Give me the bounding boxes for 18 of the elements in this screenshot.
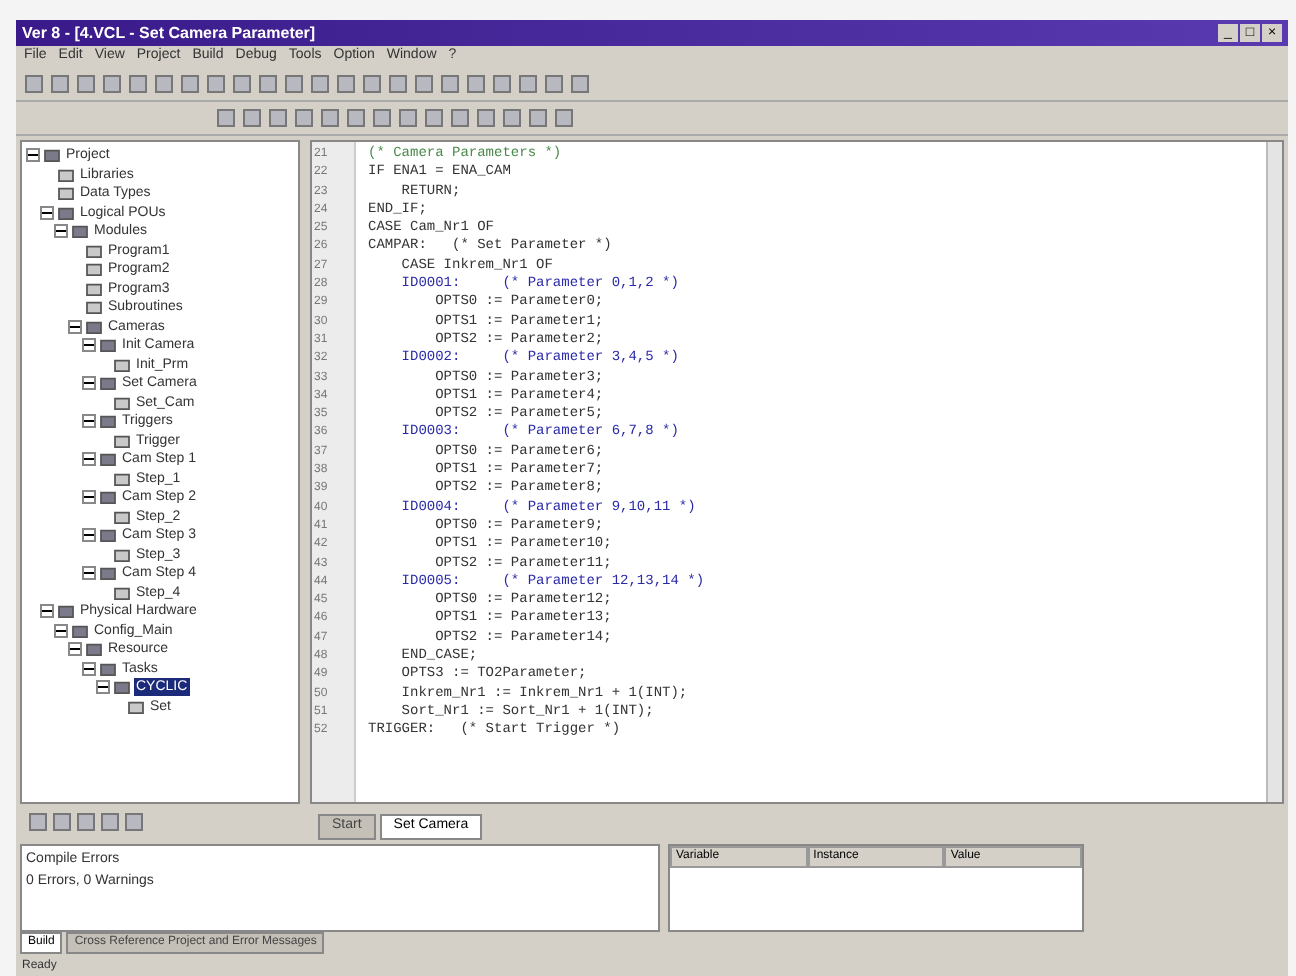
expand-toggle[interactable]: [82, 661, 96, 676]
expand-toggle[interactable]: [40, 205, 54, 220]
expand-toggle[interactable]: [54, 224, 68, 239]
expand-toggle[interactable]: [82, 338, 96, 353]
expand-toggle[interactable]: [68, 319, 82, 334]
expand-toggle[interactable]: [82, 490, 96, 505]
expand-toggle[interactable]: [82, 566, 96, 581]
expand-toggle[interactable]: [82, 414, 96, 429]
expand-toggle[interactable]: [68, 642, 82, 657]
expand-toggle[interactable]: [26, 148, 40, 163]
scrollbar[interactable]: [1266, 142, 1282, 802]
window-title: Ver 8 - [4.VCL - Set Camera Parameter]: [22, 21, 316, 45]
expand-toggle[interactable]: [40, 604, 54, 619]
expand-toggle[interactable]: [54, 623, 68, 638]
expand-toggle[interactable]: [82, 376, 96, 391]
expand-toggle[interactable]: [82, 528, 96, 543]
expand-toggle[interactable]: [96, 680, 110, 695]
expand-toggle[interactable]: [82, 452, 96, 467]
